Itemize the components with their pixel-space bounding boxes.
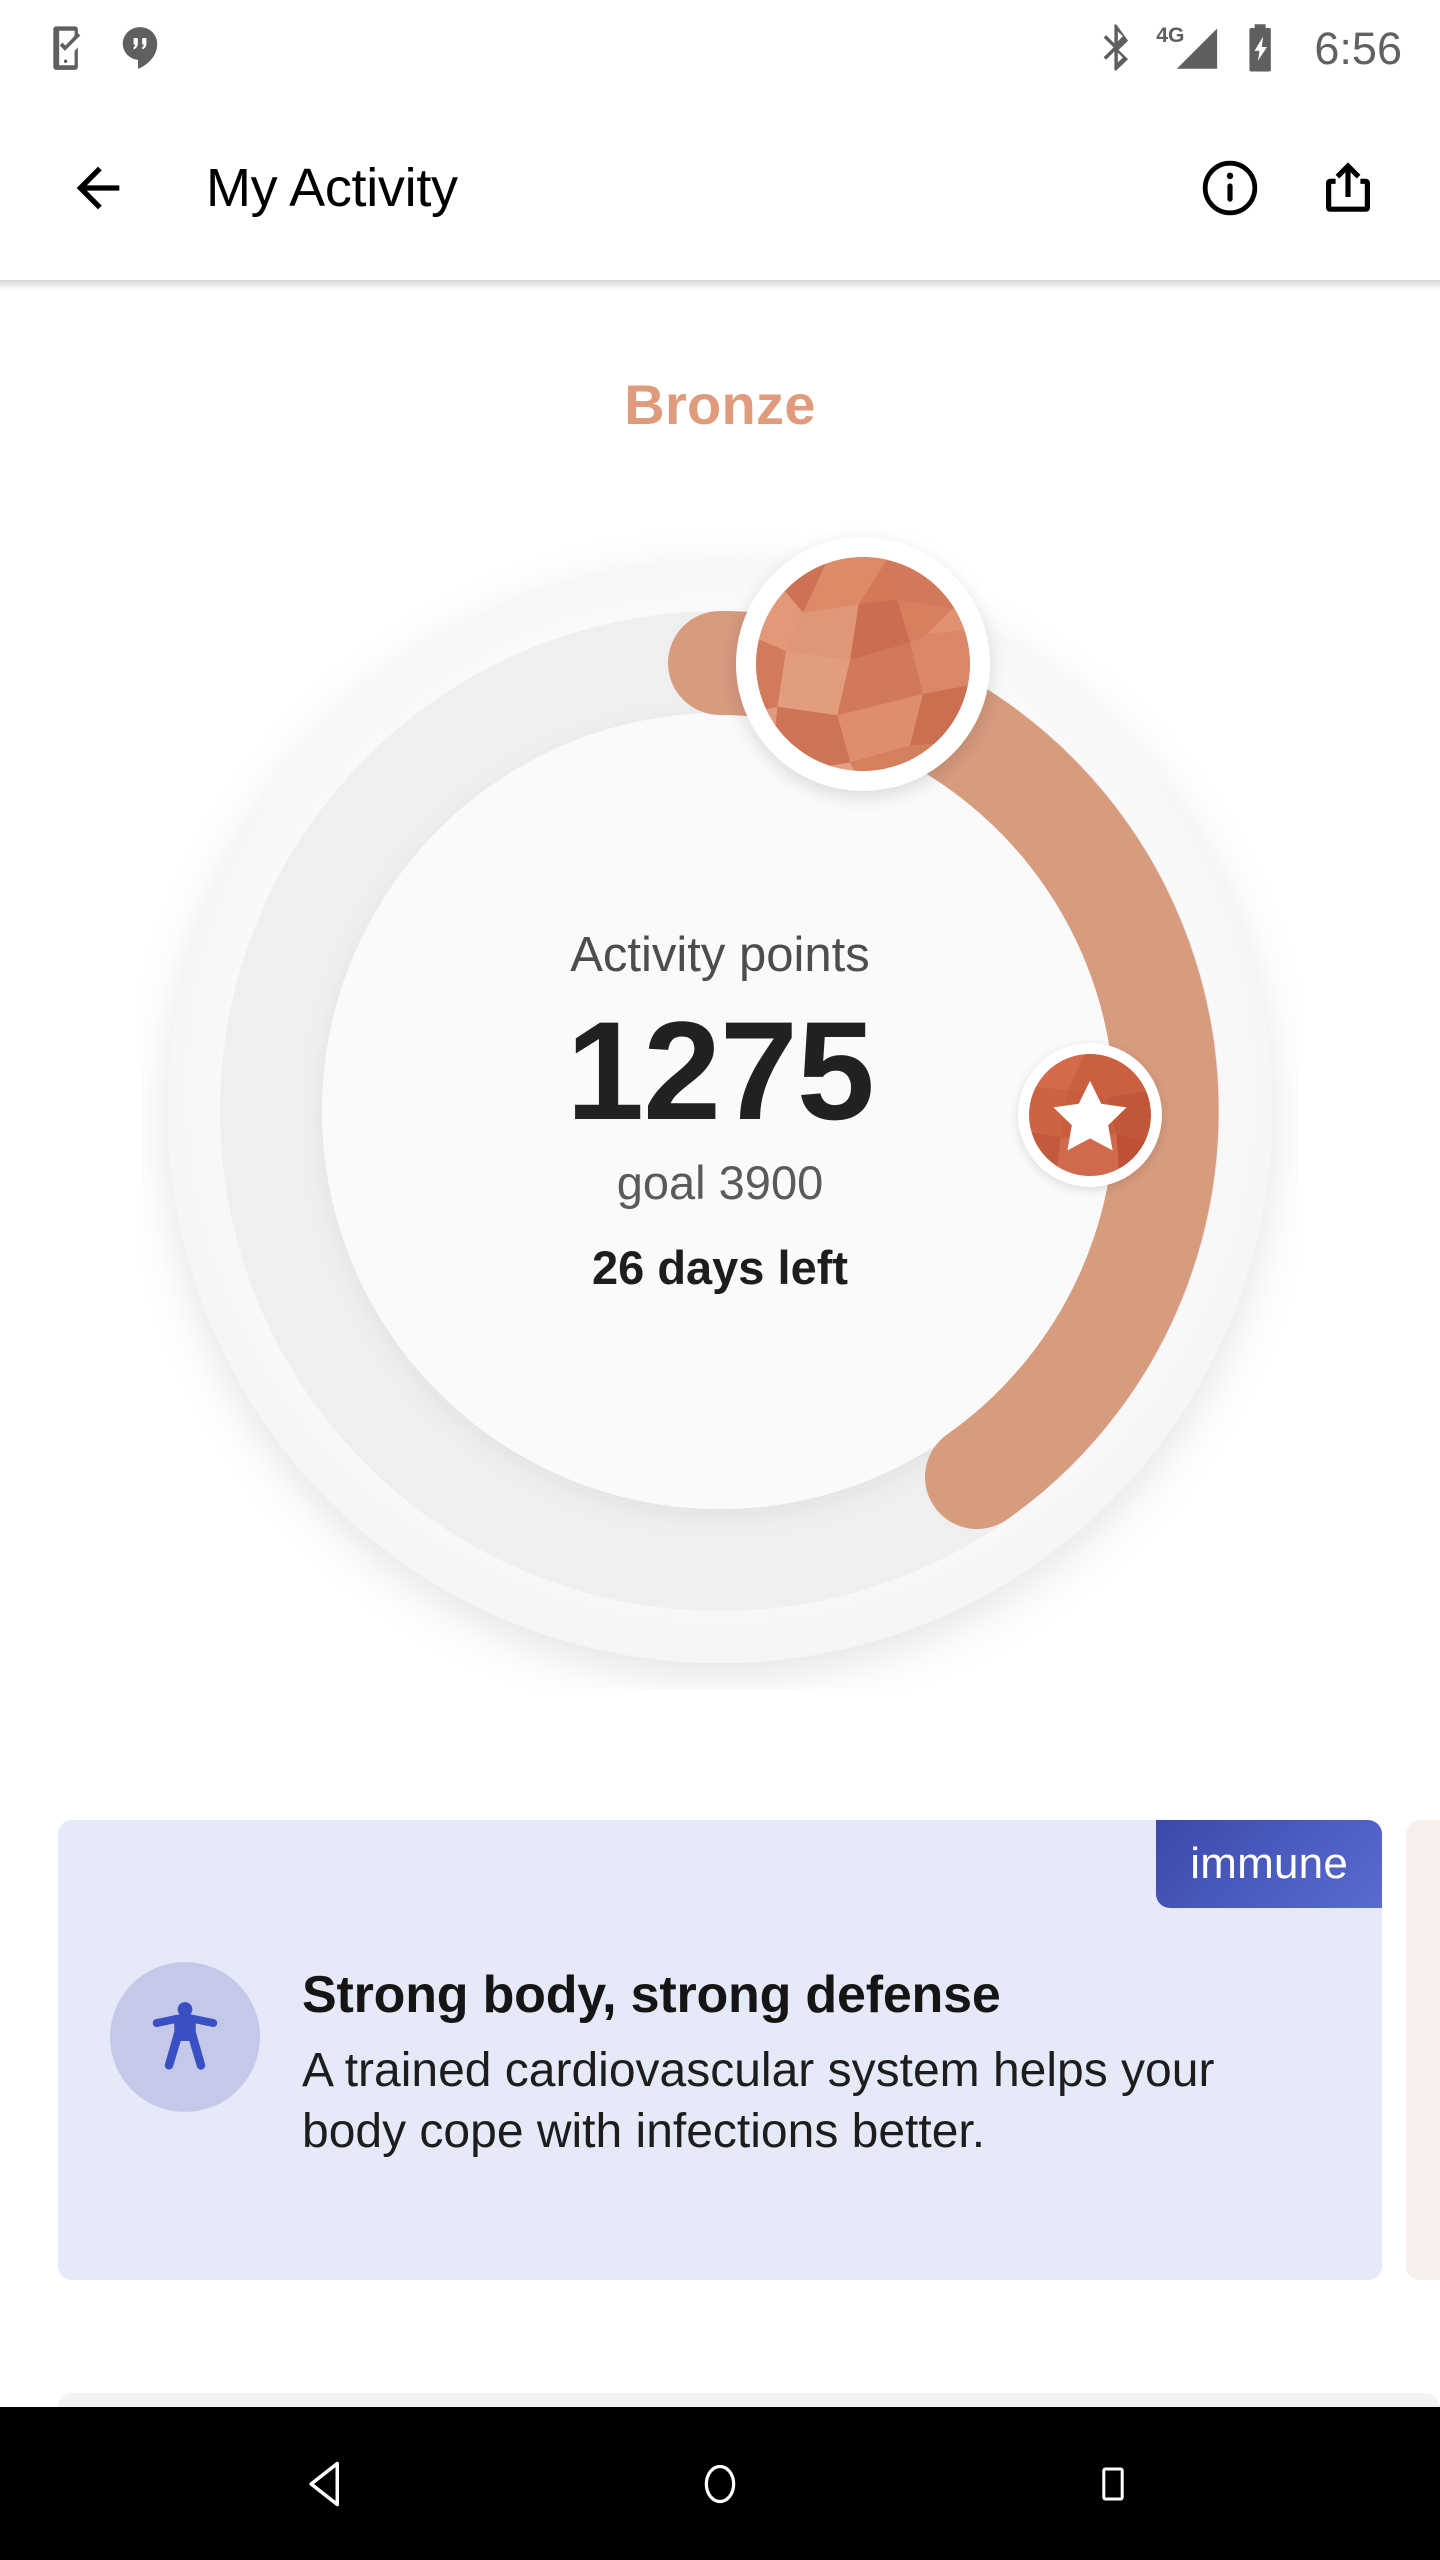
- bluetooth-icon: [1094, 23, 1134, 73]
- svg-text:4G: 4G: [1157, 24, 1185, 47]
- status-notification-icons: [48, 24, 162, 72]
- star-milestone-icon: [1029, 1054, 1151, 1176]
- phone-screen: 4G 6:56 My Activity Bronze Activity poin…: [0, 0, 1440, 2560]
- bronze-gem-icon: [756, 557, 970, 771]
- activity-progress-ring: [142, 533, 1298, 1689]
- tip-card-body: Strong body, strong defense A trained ca…: [110, 1962, 1322, 2162]
- tip-card-title: Strong body, strong defense: [302, 1966, 1001, 2024]
- tip-card-text: Strong body, strong defense A trained ca…: [302, 1962, 1322, 2162]
- nav-home-button[interactable]: [645, 2407, 795, 2560]
- star-milestone-badge[interactable]: [1018, 1043, 1162, 1187]
- tips-carousel[interactable]: immune Strong body, strong defense A tra…: [0, 1820, 1440, 2280]
- status-time: 6:56: [1314, 22, 1402, 74]
- back-button[interactable]: [52, 142, 144, 234]
- hangouts-icon: [118, 24, 162, 72]
- battery-charging-icon: [1244, 22, 1278, 74]
- tip-card-next[interactable]: [1406, 1820, 1440, 2280]
- status-system-icons: 4G 6:56: [1094, 22, 1402, 74]
- bronze-gem-badge[interactable]: [736, 537, 990, 791]
- accessibility-person-icon: [110, 1962, 260, 2112]
- page-title: My Activity: [206, 158, 458, 218]
- network-4g-icon: 4G: [1156, 22, 1222, 74]
- nav-back-button[interactable]: [252, 2407, 402, 2560]
- tier-label: Bronze: [624, 373, 816, 436]
- activity-content: Bronze Activity points 1275 goal 3900 26…: [0, 290, 1440, 2440]
- tip-card-immune[interactable]: immune Strong body, strong defense A tra…: [58, 1820, 1382, 2280]
- android-nav-bar: [0, 2407, 1440, 2560]
- info-button[interactable]: [1182, 140, 1278, 236]
- nav-recents-button[interactable]: [1038, 2407, 1188, 2560]
- share-button[interactable]: [1300, 140, 1396, 236]
- app-bar: My Activity: [0, 96, 1440, 280]
- status-badge: immune: [1156, 1820, 1382, 1908]
- tip-card-description: A trained cardiovascular system helps yo…: [302, 2044, 1215, 2158]
- phone-setup-check-icon: [48, 24, 92, 72]
- app-bar-divider: [0, 280, 1440, 290]
- status-bar: 4G 6:56: [0, 0, 1440, 96]
